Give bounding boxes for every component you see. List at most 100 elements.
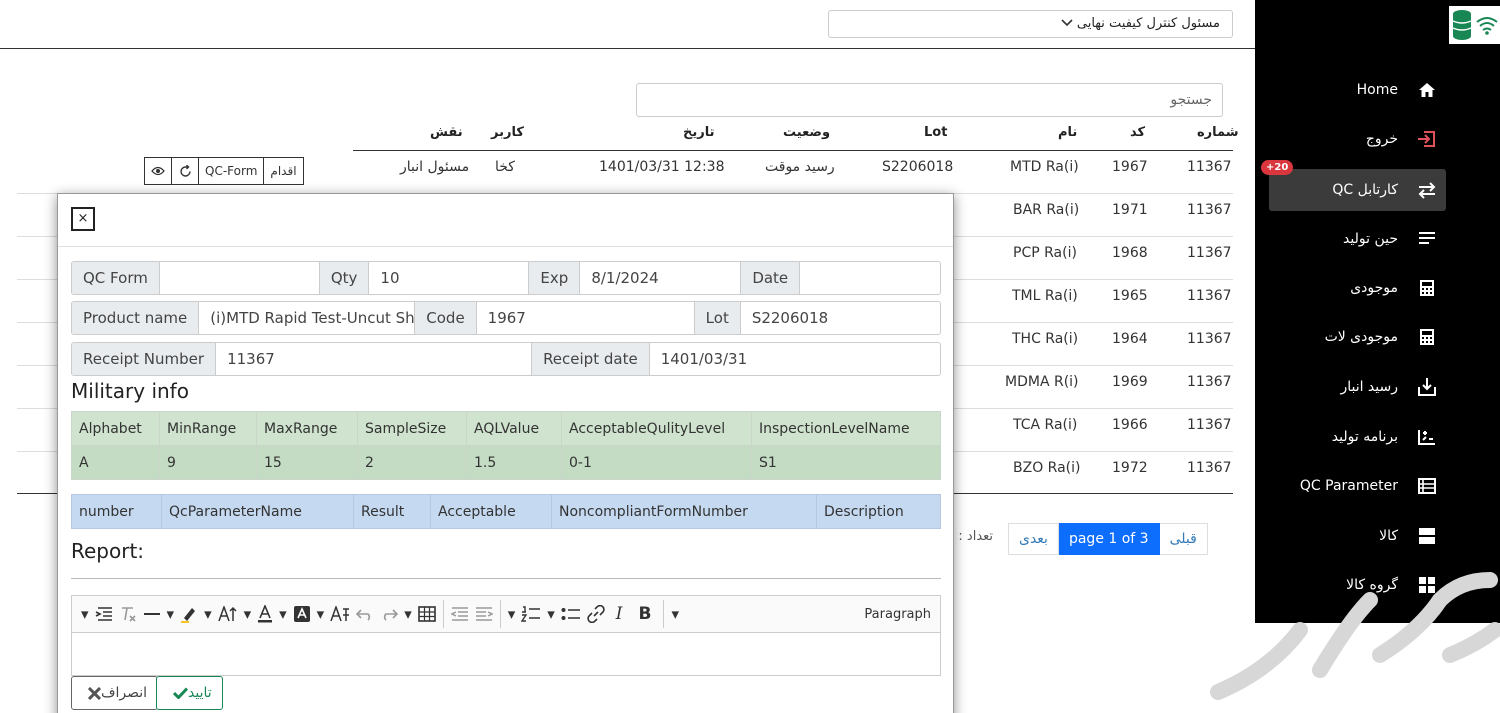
- exp-field[interactable]: 8/1/2024: [580, 262, 742, 294]
- background-color-icon[interactable]: [290, 599, 314, 629]
- heading-dropdown-chevron[interactable]: ▾: [668, 599, 682, 629]
- sort-lines-icon: [1416, 228, 1438, 250]
- qc-form-button[interactable]: QC-Form: [198, 157, 265, 185]
- sidebar-item-logout[interactable]: خروج: [1269, 118, 1446, 160]
- close-icon: [88, 686, 101, 700]
- sidebar-item-home[interactable]: Home: [1269, 69, 1446, 111]
- font-color-icon[interactable]: [254, 599, 276, 629]
- row-name: BZO Ra(i): [1013, 460, 1081, 476]
- eye-icon: [151, 166, 165, 176]
- pagination-prev[interactable]: قبلی: [1158, 523, 1208, 555]
- role-select[interactable]: مسئول کنترل کیفیت نهایی: [828, 10, 1233, 38]
- code-field[interactable]: 1967: [477, 302, 695, 334]
- refresh-icon: [179, 164, 191, 177]
- cancel-button[interactable]: انصراف: [71, 676, 159, 710]
- row-number: 11367: [1187, 159, 1232, 175]
- column-header-date: تاریخ: [683, 125, 715, 140]
- row-lot: S2206018: [882, 159, 954, 175]
- action-label: اقدام: [270, 164, 297, 178]
- table-dropdown[interactable]: ▾: [401, 599, 415, 629]
- toolbar-separator: [499, 600, 501, 628]
- row-code: 1965: [1112, 288, 1148, 304]
- report-editor[interactable]: [71, 632, 941, 676]
- sidebar-item-label: موجودی: [1350, 280, 1398, 296]
- table-header-row: Alphabet MinRange MaxRange SampleSize AQ…: [71, 411, 941, 446]
- sidebar-item-label: QC Parameter: [1299, 478, 1398, 494]
- date-field[interactable]: [800, 262, 940, 294]
- row-name: BAR Ra(i): [1013, 202, 1080, 218]
- row-number: 11367: [1187, 288, 1232, 304]
- font-size-icon[interactable]: [215, 599, 241, 629]
- qc-form-field[interactable]: [160, 262, 320, 294]
- bulleted-list-icon[interactable]: [558, 599, 584, 629]
- sidebar-item-label: برنامه تولید: [1331, 429, 1398, 445]
- italic-icon[interactable]: I: [608, 599, 631, 629]
- align-right-icon[interactable]: [92, 599, 116, 629]
- column-header-name: نام: [1058, 125, 1078, 140]
- refresh-button[interactable]: [171, 157, 199, 185]
- qty-field[interactable]: 10: [369, 262, 530, 294]
- product-name-field[interactable]: (i)MTD Rapid Test-Uncut Sh: [199, 302, 416, 334]
- input-group-receipt: Receipt Number 11367 Receipt date 1401/0…: [71, 342, 941, 376]
- confirm-button[interactable]: تایید: [156, 676, 223, 710]
- modal-divider: [58, 246, 953, 247]
- undo-icon[interactable]: [353, 599, 377, 629]
- column-header-lot: Lot: [924, 125, 948, 140]
- row-code: 1968: [1112, 245, 1148, 261]
- sidebar-item-production-plan[interactable]: برنامه تولید: [1269, 416, 1446, 458]
- confirm-label: تایید: [188, 685, 212, 701]
- heading-dropdown[interactable]: Paragraph: [861, 599, 934, 629]
- indent-icon[interactable]: [472, 599, 496, 629]
- lot-field[interactable]: S2206018: [741, 302, 940, 334]
- pagination-next[interactable]: بعدی: [1008, 523, 1059, 555]
- sidebar-item-label: رسید انبار: [1340, 379, 1398, 395]
- column-header-role: نقش: [430, 125, 463, 140]
- bold-icon[interactable]: B: [631, 599, 660, 629]
- sidebar-item-qc-parameter[interactable]: QC Parameter: [1269, 465, 1446, 507]
- row-code: 1966: [1112, 417, 1148, 433]
- insert-table-icon[interactable]: [415, 599, 439, 629]
- receipt-number-field[interactable]: 11367: [216, 343, 533, 375]
- close-button[interactable]: ×: [71, 207, 95, 231]
- view-button[interactable]: [144, 157, 172, 185]
- action-button[interactable]: اقدام: [263, 157, 304, 185]
- outdent-icon[interactable]: [448, 599, 472, 629]
- receipt-number-label: Receipt Number: [72, 343, 217, 375]
- search-input[interactable]: جستجو: [636, 83, 1223, 117]
- font-color-dropdown[interactable]: ▾: [276, 599, 290, 629]
- sidebar-item-during-production[interactable]: حین تولید: [1269, 218, 1446, 260]
- sidebar-item-lot-inventory[interactable]: موجودی لات: [1269, 316, 1446, 358]
- row-name: THC Ra(i): [1012, 331, 1079, 347]
- numbered-list-dropdown[interactable]: ▾: [505, 599, 519, 629]
- link-icon[interactable]: [584, 599, 608, 629]
- receipt-date-field[interactable]: 1401/03/31: [650, 343, 940, 375]
- row-user: کخا: [495, 159, 515, 175]
- horizontal-line-dropdown[interactable]: ▾: [164, 599, 178, 629]
- sidebar-item-goods[interactable]: کالا: [1269, 515, 1446, 557]
- redo-icon[interactable]: [377, 599, 401, 629]
- editor-toolbar: ▾ ▾ ▾ ▾ ▾ ▾ ▾ ▾ ▾ I B ▾ Paragraph: [71, 595, 941, 633]
- remove-format-icon[interactable]: [116, 599, 140, 629]
- column-header-user: کاربر: [491, 125, 524, 140]
- list-table-icon: [1416, 475, 1438, 497]
- horizontal-line-icon[interactable]: [140, 599, 164, 629]
- table-row[interactable]: 11367 1967 MTD Ra(i) S2206018 رسید موقت …: [17, 151, 1233, 194]
- sidebar-item-qc-cartable[interactable]: 20+ کارتابل QC: [1261, 160, 1446, 211]
- numbered-list-icon[interactable]: [518, 599, 544, 629]
- app-logo: [1449, 6, 1500, 44]
- cancel-label: انصراف: [101, 685, 148, 701]
- highlight-icon[interactable]: [177, 599, 201, 629]
- column-header: Result: [353, 494, 431, 529]
- background-color-dropdown[interactable]: ▾: [314, 599, 328, 629]
- column-header: NoncompliantFormNumber: [551, 494, 817, 529]
- text-direction-dropdown[interactable]: ▾: [78, 599, 92, 629]
- sidebar-item-inventory[interactable]: موجودی: [1269, 267, 1446, 309]
- table-cell: S1: [751, 445, 941, 480]
- row-actions: QC-Form اقدام: [144, 157, 304, 185]
- bulleted-list-dropdown[interactable]: ▾: [544, 599, 558, 629]
- sidebar-item-warehouse-receipt[interactable]: رسید انبار: [1269, 366, 1446, 408]
- font-family-icon[interactable]: [327, 599, 353, 629]
- font-size-dropdown[interactable]: ▾: [241, 599, 255, 629]
- highlight-dropdown[interactable]: ▾: [201, 599, 215, 629]
- product-name-label: Product name: [72, 302, 200, 334]
